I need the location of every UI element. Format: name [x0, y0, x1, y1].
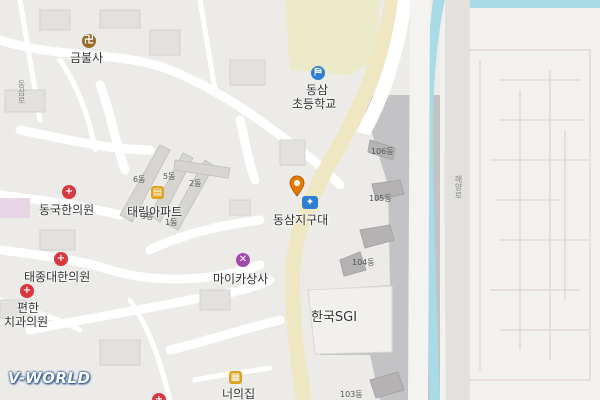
hospital-icon[interactable]: +	[62, 185, 76, 199]
road-name-left: 동삼로	[17, 80, 26, 104]
building-5-label: 5동	[163, 172, 176, 181]
shop-label[interactable]: 마이카상사	[213, 272, 268, 286]
building-105-label: 105동	[369, 194, 392, 203]
hospital-icon[interactable]: +	[54, 252, 68, 266]
building-104-label: 104동	[352, 258, 375, 267]
temple-label[interactable]: 금불사	[70, 51, 103, 65]
restaurant-label[interactable]: 너의집	[222, 387, 255, 400]
police-station-icon[interactable]: ✦	[302, 196, 318, 209]
repair-shop-icon[interactable]: ✕	[236, 253, 250, 267]
police-label[interactable]: 동삼지구대	[273, 213, 328, 227]
school-icon[interactable]: ⛿	[311, 66, 325, 80]
building-2-label: 2동	[189, 179, 202, 188]
apartment-icon[interactable]: ▤	[151, 186, 164, 199]
road-name-right: 해양로	[454, 175, 463, 199]
restaurant-icon[interactable]: ▦	[229, 371, 242, 384]
clinic-taejong-label[interactable]: 태종대한의원	[24, 270, 90, 284]
vworld-logo: V-WORLD	[8, 369, 91, 387]
apartment-label[interactable]: 태림아파트	[127, 205, 182, 219]
buddhist-temple-icon[interactable]: 卍	[82, 34, 96, 48]
school-label-line1[interactable]: 동삼	[306, 83, 328, 97]
building-1-label: 1동	[165, 218, 178, 227]
hospital-icon: +	[152, 393, 166, 400]
clinic-pyeonhan-label-line2[interactable]: 치과의원	[4, 315, 48, 329]
map-viewport[interactable]: 卍 금불사 ⛿ 동삼 초등학교 ✦ 동삼지구대 ▤ 태림아파트 + 동국한의원 …	[0, 0, 600, 400]
clinic-donguk-label[interactable]: 동국한의원	[39, 203, 94, 217]
building-103-label: 103동	[340, 390, 363, 399]
location-pin-icon[interactable]	[289, 175, 305, 197]
clinic-pyeonhan-label-line1[interactable]: 편한	[17, 301, 39, 315]
company-label[interactable]: 한국SGI	[311, 311, 357, 325]
building-6-label: 6동	[133, 175, 146, 184]
school-label-line2[interactable]: 초등학교	[292, 97, 336, 111]
hospital-icon[interactable]: +	[20, 284, 34, 298]
building-3-label: 3동	[141, 212, 154, 221]
building-106-label: 106동	[371, 147, 394, 156]
